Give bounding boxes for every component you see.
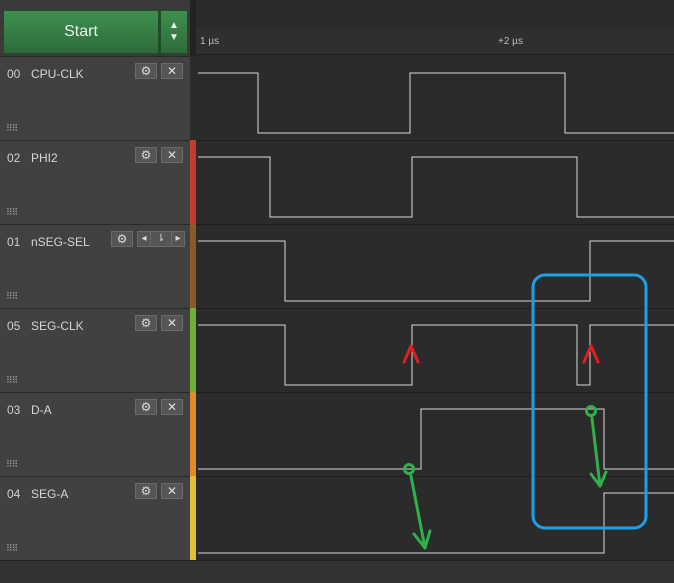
- green-circle-annotation: [585, 405, 597, 417]
- waveforms: [196, 72, 674, 554]
- status-bar: [0, 560, 674, 583]
- waveform-cpu-clk: [198, 72, 674, 134]
- waveform-seg-a: [198, 492, 674, 554]
- red-arrow-annotation: [582, 344, 600, 364]
- waveform-d-a: [198, 408, 674, 470]
- red-arrow-annotation: [402, 344, 420, 364]
- waveform-nseg-sel: [198, 240, 674, 302]
- waveform-phi2: [198, 156, 674, 218]
- logic-analyzer-app: Start ▲ ▼ 00 CPU-CLK ⚙ ✕ ⠿⠿ 02 PHI2 ⚙ ✕ …: [0, 0, 674, 583]
- highlight-box: [531, 273, 648, 530]
- waveform-seg-clk: [198, 324, 674, 386]
